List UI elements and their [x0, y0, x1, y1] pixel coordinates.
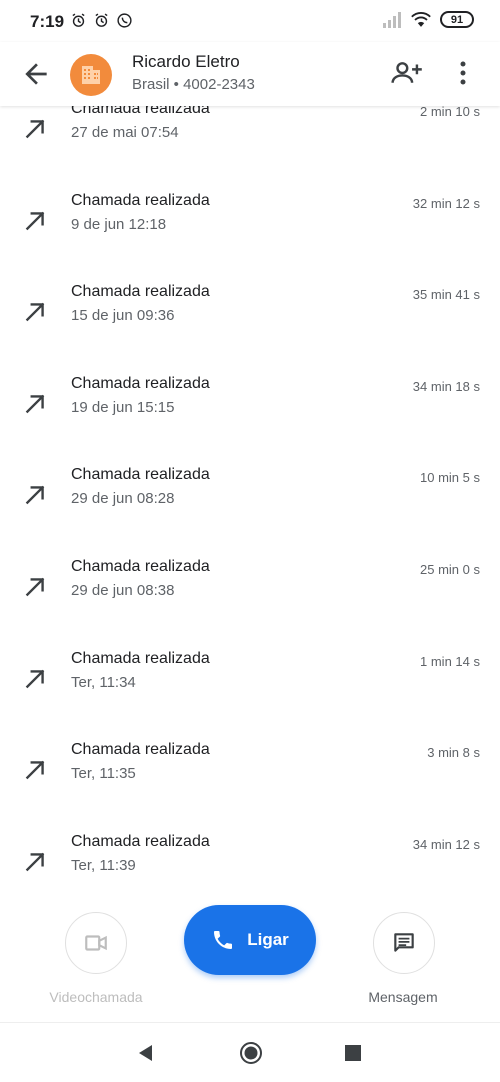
alarm-icon — [72, 13, 85, 27]
call-duration: 34 min 18 s — [412, 378, 480, 394]
call-duration: 35 min 41 s — [412, 287, 480, 303]
call-date: Ter, 11:35 — [71, 765, 136, 783]
contact-actions: Videochamada Ligar Mensagem — [0, 896, 500, 1022]
battery-icon: 91 — [440, 11, 474, 28]
call-duration: 32 min 12 s — [412, 195, 480, 211]
outgoing-call-icon — [25, 577, 45, 597]
more-vert-icon — [460, 61, 466, 85]
outgoing-call-icon — [25, 760, 45, 780]
call-duration: 2 min 10 s — [420, 106, 480, 119]
outgoing-call-icon — [25, 302, 45, 322]
back-button[interactable] — [20, 58, 52, 90]
call-duration: 25 min 0 s — [420, 561, 480, 577]
video-camera-icon — [85, 935, 107, 951]
call-type-label: Chamada realizada — [71, 106, 210, 117]
contact-number: Brasil • 4002-2343 — [132, 76, 255, 93]
call-history-item[interactable]: Chamada realizada 29 de jun 08:38 25 min 0… — [0, 546, 500, 638]
call-button[interactable]: Ligar — [184, 905, 316, 975]
call-type-label: Chamada realizada — [71, 649, 210, 667]
call-type-label: Chamada realizada — [71, 283, 210, 301]
call-duration: 10 min 5 s — [420, 470, 480, 486]
alarm-icon — [95, 13, 108, 27]
whatsapp-icon — [117, 13, 132, 28]
call-date: 19 de jun 15:15 — [71, 398, 175, 416]
add-contact-button[interactable] — [389, 58, 423, 88]
outgoing-call-icon — [25, 394, 45, 414]
message-label: Mensagem — [368, 989, 438, 1005]
nav-home-icon[interactable] — [239, 1041, 263, 1065]
call-type-label: Chamada realizada — [71, 466, 210, 484]
call-date: 15 de jun 09:36 — [71, 307, 175, 325]
call-button-label: Ligar — [247, 930, 289, 949]
message-icon — [394, 933, 414, 952]
call-history-item[interactable]: Chamada realizada Ter, 11:35 3 min 8 s — [0, 729, 500, 821]
call-type-label: Chamada realizada — [71, 741, 210, 759]
status-time: 7:19 — [30, 12, 65, 31]
call-date: 29 de jun 08:38 — [71, 581, 175, 599]
nav-recent-apps-icon[interactable] — [344, 1044, 362, 1062]
contact-header: Ricardo Eletro Brasil • 4002-2343 — [0, 42, 500, 106]
call-history-item[interactable]: Chamada realizada Ter, 11:39 34 min 12 s — [0, 821, 500, 896]
call-duration: 1 min 14 s — [420, 653, 480, 669]
call-type-label: Chamada realizada — [71, 832, 210, 850]
status-bar: 7:19 91 — [0, 0, 500, 42]
contact-name: Ricardo Eletro — [132, 52, 240, 71]
status-right: 91 — [382, 11, 474, 28]
system-nav-bar — [0, 1022, 500, 1082]
wifi-icon — [411, 12, 431, 27]
outgoing-call-icon — [25, 852, 45, 872]
message-button[interactable] — [373, 912, 435, 974]
video-call-button[interactable] — [65, 912, 127, 974]
call-duration: 34 min 12 s — [412, 836, 480, 852]
call-history-item[interactable]: Chamada realizada 27 de mai 07:54 2 min 10… — [0, 106, 500, 180]
outgoing-call-icon — [25, 669, 45, 688]
outgoing-call-icon — [25, 119, 45, 139]
call-history-item[interactable]: Chamada realizada 9 de jun 12:18 32 min 12… — [0, 180, 500, 272]
back-arrow-icon — [25, 63, 47, 85]
phone-icon — [214, 931, 233, 949]
outgoing-call-icon — [25, 211, 45, 230]
more-options-button[interactable] — [452, 58, 474, 88]
call-history-list[interactable]: Chamada realizada 27 de mai 07:54 2 min 10… — [0, 106, 500, 896]
call-duration: 3 min 8 s — [427, 745, 480, 761]
building-icon — [82, 66, 100, 84]
add-contact-icon — [391, 62, 422, 83]
call-date: 29 de jun 08:28 — [71, 490, 175, 508]
status-icons-left — [70, 12, 133, 29]
call-type-label: Chamada realizada — [71, 557, 210, 575]
signal-icon — [383, 11, 401, 28]
call-history-item[interactable]: Chamada realizada Ter, 11:34 1 min 14 s — [0, 638, 500, 730]
call-date: 27 de mai 07:54 — [71, 124, 179, 141]
call-history-item[interactable]: Chamada realizada 15 de jun 09:36 35 min 4… — [0, 271, 500, 363]
call-date: Ter, 11:34 — [71, 673, 136, 691]
call-type-label: Chamada realizada — [71, 374, 210, 392]
call-history-item[interactable]: Chamada realizada 19 de jun 15:15 34 min 1… — [0, 363, 500, 455]
call-type-label: Chamada realizada — [71, 191, 210, 209]
nav-back-icon[interactable] — [136, 1043, 156, 1063]
call-date: 9 de jun 12:18 — [71, 215, 167, 233]
call-date: Ter, 11:39 — [71, 856, 136, 874]
avatar — [70, 54, 112, 96]
video-call-label: Videochamada — [49, 989, 143, 1005]
outgoing-call-icon — [25, 486, 45, 505]
call-history-item[interactable]: Chamada realizada 29 de jun 08:28 10 min 5… — [0, 454, 500, 546]
